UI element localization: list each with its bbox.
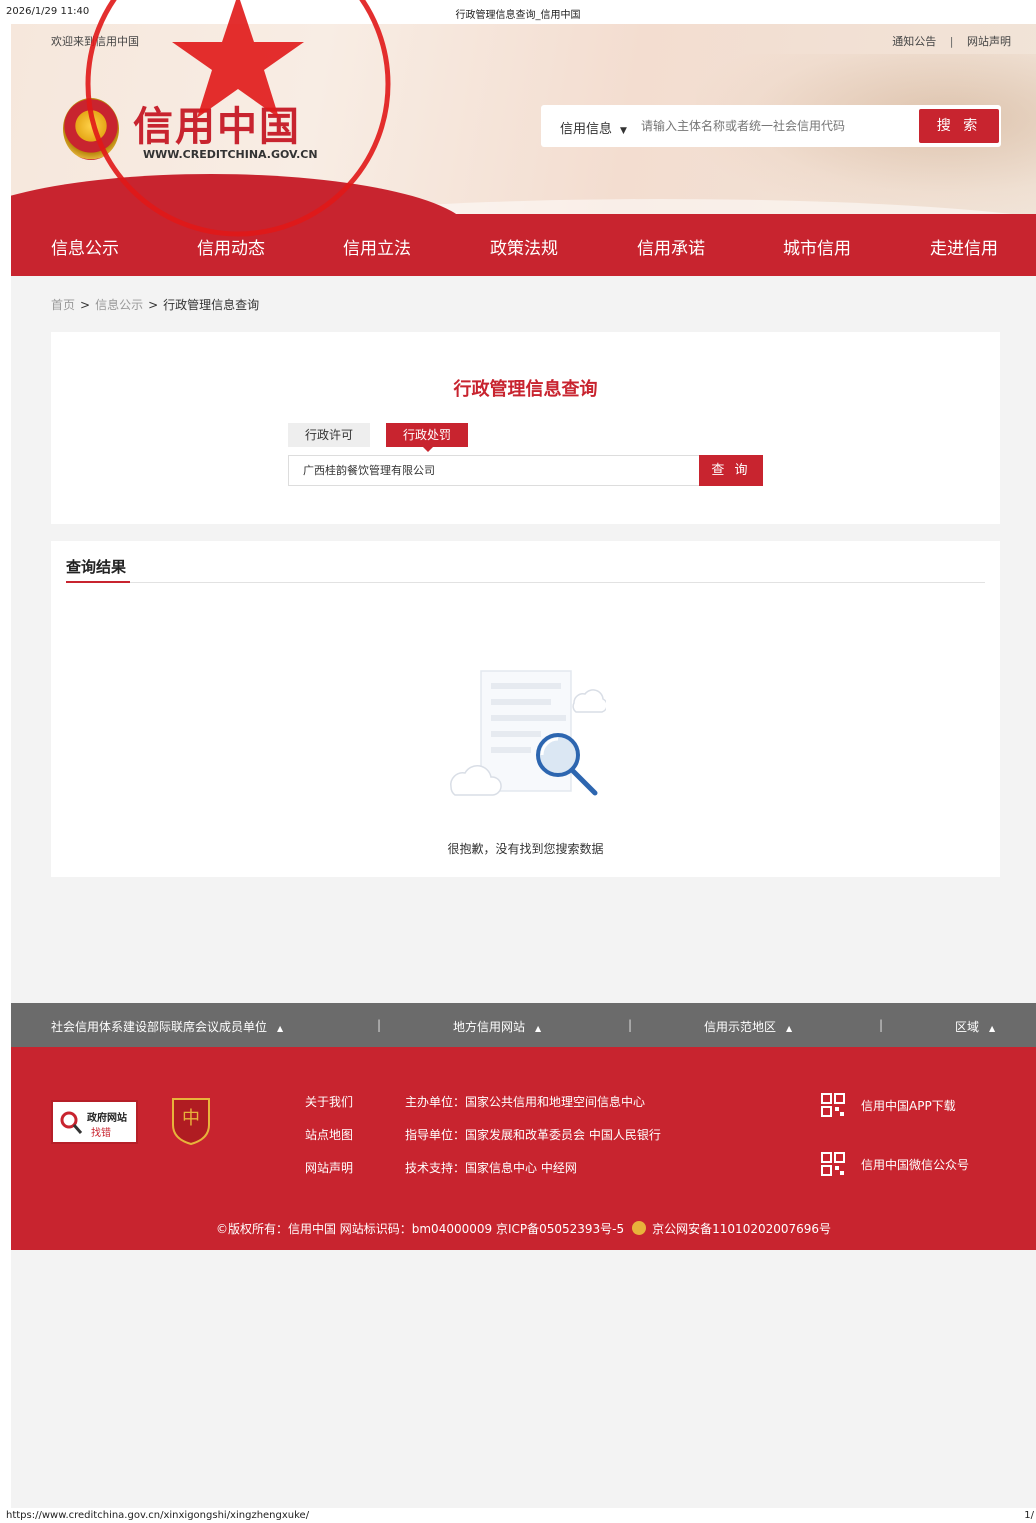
footer-info: 主办单位：国家公共信用和地理空间信息中心 指导单位：国家发展和改革委员会 中国人… [405,1086,661,1185]
query-title: 行政管理信息查询 [453,379,598,400]
result-heading: 查询结果 [66,558,127,576]
svg-text:中: 中 [182,1108,200,1129]
caret-up-icon: ▲ [989,1024,996,1033]
print-footer: https://www.creditchina.gov.cn/xinxigong… [0,1508,1036,1523]
site-logo[interactable]: 信用中国 WWW.CREDITCHINA.GOV.CN [63,94,323,174]
links-group-label: 地方信用网站 [453,1020,526,1034]
caret-up-icon: ▲ [786,1024,793,1033]
active-tab-pointer [423,447,433,452]
breadcrumb: 首页 > 信息公示 > 行政管理信息查询 [51,296,259,313]
breadcrumb-home[interactable]: 首页 [51,298,75,312]
top-links-separator: | [949,35,954,48]
tab-admin-permit[interactable]: 行政许可 [288,423,370,447]
breadcrumb-current: 行政管理信息查询 [163,298,260,312]
breadcrumb-section[interactable]: 信息公示 [95,298,143,312]
top-bar: 欢迎来到信用中国 通知公告 | 网站声明 [11,32,1036,48]
print-url: https://www.creditchina.gov.cn/xinxigong… [6,1510,310,1521]
notice-link[interactable]: 通知公告 [892,35,936,48]
footer-guidance: 指导单位：国家发展和改革委员会 中国人民银行 [405,1128,661,1142]
nav-item-city-credit[interactable]: 城市信用 [783,234,851,259]
logo-url: WWW.CREDITCHINA.GOV.CN [143,148,318,161]
query-card: 行政管理信息查询 行政许可 行政处罚 广西桂韵餐饮管理有限公司 查 询 [51,332,1000,524]
gov-badge-title: 政府网站 [87,1113,127,1124]
nav-item-credit-news[interactable]: 信用动态 [197,234,265,259]
top-links: 通知公告 | 网站声明 [892,33,1011,49]
gov-site-error-badge[interactable]: 政府网站 找错 [51,1100,138,1144]
search-category-select[interactable]: 信用信息 ▼ [560,118,627,137]
result-card: 查询结果 很抱歉，没有找到您搜索数据 [51,541,1000,877]
nav-item-policies[interactable]: 政策法规 [490,234,558,259]
print-header: 2026/1/29 11:40 行政管理信息查询_信用中国 [0,0,1036,24]
main-nav: 信息公示 信用动态 信用立法 政策法规 信用承诺 城市信用 走进信用 [11,214,1036,276]
party-org-badge-icon[interactable]: 中 [170,1096,212,1146]
links-group-member-units[interactable]: 社会信用体系建设部际联席会议成员单位 ▲ [51,1018,283,1035]
nav-item-credit-legislation[interactable]: 信用立法 [343,234,411,259]
caret-up-icon: ▲ [277,1024,284,1033]
app-download-label: 信用中国APP下载 [861,1099,956,1113]
footer-link-sitemap[interactable]: 站点地图 [305,1119,353,1152]
nav-item-credit-commitment[interactable]: 信用承诺 [637,234,705,259]
welcome-text: 欢迎来到信用中国 [51,35,139,48]
gov-badge-sub: 找错 [91,1128,111,1139]
web-page: 欢迎来到信用中国 通知公告 | 网站声明 信用中国 WWW.CREDITCHIN… [11,0,1036,1508]
related-links-bar: 社会信用体系建设部际联席会议成员单位 ▲ | 地方信用网站 ▲ | 信用示范地区 ▲ … [11,1003,1036,1047]
police-badge-icon [632,1221,647,1235]
nav-item-about-credit[interactable]: 走进信用 [930,234,998,259]
links-group-label: 社会信用体系建设部际联席会议成员单位 [51,1020,268,1034]
banner-wave-red [11,174,471,214]
links-separator: | [628,1018,633,1032]
footer-links: 关于我们 站点地图 网站声明 [305,1086,353,1185]
links-group-label: 信用示范地区 [704,1020,777,1034]
search-category-label: 信用信息 [560,122,613,137]
magnifier-icon [60,1111,83,1134]
result-heading-underline [66,581,130,583]
logo-title: 信用中国 [133,103,301,150]
statement-link[interactable]: 网站声明 [967,35,1011,48]
qr-code-icon [821,1152,845,1176]
qr-code-icon [821,1093,845,1117]
footer-link-about[interactable]: 关于我们 [305,1086,353,1119]
caret-up-icon: ▲ [535,1024,542,1033]
tab-admin-penalty[interactable]: 行政处罚 [386,423,468,452]
search-input[interactable] [641,109,911,143]
links-group-label: 区域 [955,1020,980,1034]
site-footer: 政府网站 找错 中 关于我们 站点地图 网站声明 主办单位：国家公共信用和地理空… [11,1047,1036,1250]
footer-link-statement[interactable]: 网站声明 [305,1152,353,1185]
site-search: 信用信息 ▼ 搜 索 [541,105,1001,147]
links-group-region[interactable]: 区域 ▲ [955,1018,995,1035]
links-group-local-sites[interactable]: 地方信用网站 ▲ [453,1018,541,1035]
tab-admin-penalty-label: 行政处罚 [402,428,451,442]
wechat-label: 信用中国微信公众号 [861,1158,970,1172]
breadcrumb-separator: > [148,298,159,312]
breadcrumb-separator: > [80,298,91,312]
copyright-text: ©版权所有：信用中国 网站标识码：bm04000009 京ICP备0505239… [215,1222,625,1236]
copyright-line: ©版权所有：信用中国 网站标识码：bm04000009 京ICP备0505239… [11,1220,1036,1237]
result-divider [66,582,985,583]
police-record-link[interactable]: 京公网安备11010202007696号 [652,1222,831,1236]
print-page-number: 1/ [1024,1510,1034,1521]
print-page-title: 行政管理信息查询_信用中国 [455,10,581,21]
nav-item-info-disclosure[interactable]: 信息公示 [51,234,119,259]
links-separator: | [879,1018,884,1032]
no-data-illustration-icon [450,670,606,796]
caret-down-icon: ▼ [620,126,627,136]
empty-message: 很抱歉，没有找到您搜索数据 [447,842,604,856]
header-banner: 欢迎来到信用中国 通知公告 | 网站声明 信用中国 WWW.CREDITCHIN… [11,24,1036,214]
footer-sponsor: 主办单位：国家公共信用和地理空间信息中心 [405,1095,646,1109]
footer-tech-support: 技术支持：国家信息中心 中经网 [405,1161,577,1175]
query-button[interactable]: 查 询 [699,455,763,486]
search-button[interactable]: 搜 索 [919,109,999,143]
links-separator: | [377,1018,382,1032]
query-input[interactable]: 广西桂韵餐饮管理有限公司 [288,455,700,486]
links-group-demo-areas[interactable]: 信用示范地区 ▲ [704,1018,792,1035]
national-emblem-icon [63,98,119,160]
